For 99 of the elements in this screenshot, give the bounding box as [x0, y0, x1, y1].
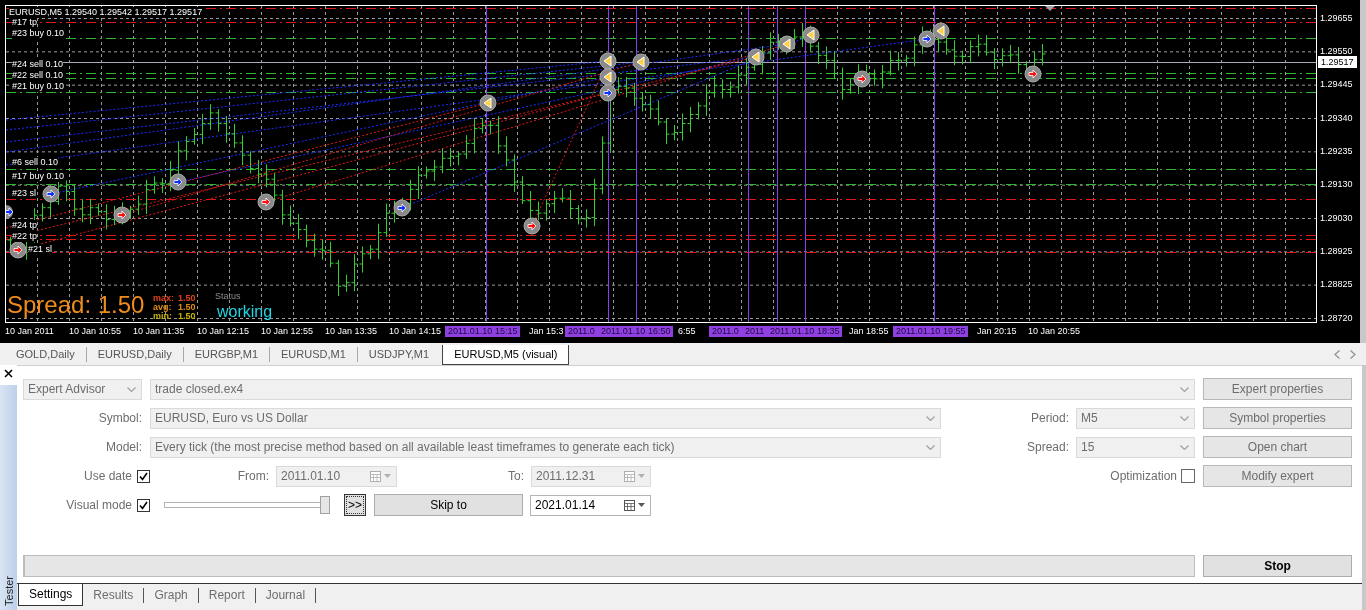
checkmark-icon [139, 471, 148, 481]
stat-value: 1.50 [178, 303, 196, 312]
time-tick-label: 10 Jan 10:55 [69, 326, 122, 337]
price-tick-label: 1.29655 [1320, 12, 1353, 24]
order-label: #23 sl [12, 188, 37, 199]
chart-tab[interactable]: EURGBP,M1 [183, 347, 271, 362]
speed-slider[interactable] [164, 495, 330, 515]
visual-mode-label: Visual mode [66, 498, 132, 512]
to-label: To: [508, 469, 524, 483]
panel-tab[interactable]: Report [198, 588, 256, 603]
symbol-label: Symbol: [97, 411, 142, 425]
price-tick-label: 1.29550 [1320, 45, 1353, 57]
skip-date-field[interactable]: 2021.01.14 [530, 494, 651, 516]
calendar-icon [624, 470, 635, 482]
chevron-down-icon [1180, 444, 1189, 450]
chevron-down-icon [926, 415, 935, 421]
optimization-checkbox[interactable] [1181, 469, 1195, 483]
order-label: #17 tp [12, 17, 38, 28]
use-date-checkbox[interactable] [137, 469, 150, 483]
chevron-down-icon [127, 386, 136, 392]
caret-down-icon [638, 503, 645, 507]
price-tick-label: 1.28925 [1320, 245, 1353, 257]
stat-value: 1.50 [178, 294, 196, 303]
time-tick-label: 2011.01.10 15:15 [445, 326, 521, 337]
order-label: #24 sell 0.10 [12, 59, 64, 70]
order-label: #21 sl [28, 244, 53, 255]
from-label: From: [237, 469, 269, 483]
fast-forward-button[interactable]: >> [344, 494, 366, 516]
chevron-down-icon [1180, 386, 1189, 392]
spread-label: Spread: [1026, 440, 1069, 454]
order-label: #24 tp [12, 220, 38, 231]
time-tick-label: 10 Jan 11:35 [133, 326, 185, 337]
time-tick-label: 10 Jan 20:55 [1028, 326, 1081, 337]
checkmark-icon [139, 500, 148, 510]
panel-tab[interactable]: Journal [255, 588, 317, 603]
time-tick-label: 2011 [742, 326, 768, 337]
time-tick-label: 10 Jan 14:15 [389, 326, 442, 337]
use-date-label: Use date [83, 469, 132, 483]
caret-down-icon [638, 474, 645, 478]
caret-down-icon [384, 474, 391, 478]
time-tick-label: 10 Jan 13:35 [325, 326, 378, 337]
chevron-down-icon [1180, 415, 1189, 421]
time-tick-label: 10 Jan 12:15 [197, 326, 250, 337]
chart-tab[interactable]: USDJPY,M1 [357, 347, 441, 362]
price-tick-label: 1.29130 [1320, 179, 1353, 191]
price-tick-label: 1.29235 [1320, 145, 1353, 157]
price-tick-label: 1.28825 [1320, 279, 1353, 291]
status-label: Status [215, 291, 241, 302]
time-tick-label: Jan 18:55 [849, 326, 889, 337]
time-tick-label: Jan 20:15 [977, 326, 1017, 337]
close-icon[interactable] [4, 369, 13, 378]
time-tick-label: 2011.0 [709, 326, 742, 337]
panel-tab[interactable]: Graph [144, 588, 199, 603]
panel-title: Tester [2, 575, 15, 608]
time-tick-label: 10 Jan 2011 [5, 326, 54, 337]
stat-label: max: [153, 294, 175, 303]
stop-button[interactable]: Stop [1203, 555, 1352, 577]
chevron-left-icon[interactable] [1334, 350, 1340, 359]
time-tick-label: 2011.01.10 16:50 [598, 326, 674, 337]
chart-tab[interactable]: EURUSD,Daily [86, 347, 184, 362]
skip-to-button[interactable]: Skip to [374, 494, 523, 516]
status-text: working [217, 303, 273, 320]
chevron-right-icon[interactable] [1350, 350, 1356, 359]
order-label: #22 tp [12, 231, 38, 242]
calendar-icon [624, 499, 635, 511]
period-label: Period: [1030, 411, 1069, 425]
chart-tab[interactable]: EURUSD,M1 [270, 347, 358, 362]
order-label: #22 sell 0.10 [12, 70, 64, 81]
triangle-marker-icon [1045, 6, 1055, 11]
order-label: #6 sell 0.10 [12, 157, 59, 168]
chart-title: EURUSD,M5 1.29540 1.29542 1.29517 1.29517 [9, 7, 203, 18]
order-label: #23 buy 0.10 [12, 28, 65, 39]
time-tick-label: 2011.01.10 18:35 [767, 326, 843, 337]
stat-label: min: [153, 312, 173, 321]
price-tick-label: 1.29030 [1320, 212, 1353, 224]
stat-value: 1.50 [178, 312, 196, 321]
time-tick-label: 10 Jan 12:55 [261, 326, 314, 337]
price-tick-label: 1.28720 [1320, 312, 1353, 324]
time-tick-label: Jan 15:3 [529, 326, 564, 337]
panel-tab[interactable]: Results [83, 588, 145, 603]
time-tick-label: 2011.0 [565, 326, 598, 337]
order-label: #17 buy 0.10 [12, 171, 65, 182]
panel-tab[interactable]: Settings [18, 584, 84, 606]
time-tick-label: 2011.01.10 19:55 [893, 326, 969, 337]
visual-mode-checkbox[interactable] [137, 498, 150, 512]
model-label: Model: [104, 440, 142, 454]
optimization-label: Optimization [1110, 469, 1177, 483]
chart-tab[interactable]: EURUSD,M5 (visual) [442, 345, 570, 365]
spread-text: Spread: 1.50 [7, 292, 145, 318]
chart-tab[interactable]: GOLD,Daily [5, 347, 87, 362]
price-tick-label: 1.29445 [1320, 79, 1353, 91]
stat-label: avg: [153, 303, 173, 312]
time-tick-label: 6:55 [678, 326, 696, 337]
order-label: #21 buy 0.10 [12, 81, 65, 92]
calendar-icon [370, 470, 381, 482]
price-tick-label: 1.29340 [1320, 112, 1353, 124]
chevron-down-icon [926, 444, 935, 450]
current-price-label: 1.29517 [1318, 56, 1357, 68]
slider-thumb[interactable] [320, 496, 330, 514]
